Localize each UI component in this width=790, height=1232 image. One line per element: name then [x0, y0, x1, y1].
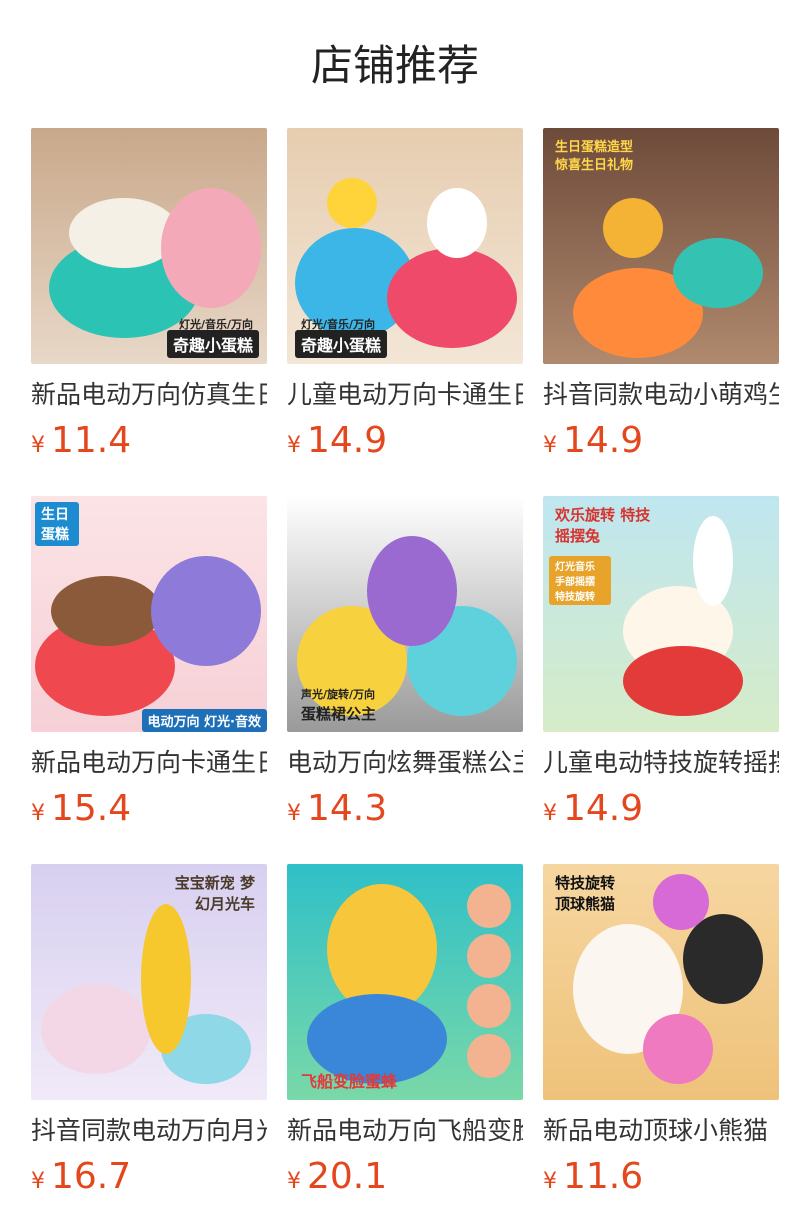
product-card[interactable]: 宝宝新宠 梦幻月光车 抖音同款电动万向月光车 ¥16.7	[31, 864, 267, 1203]
product-price: ¥14.9	[543, 421, 779, 467]
currency-symbol: ¥	[287, 1169, 301, 1194]
product-image[interactable]: 奇趣小蛋糕 灯光/音乐/万向	[287, 128, 523, 364]
currency-symbol: ¥	[287, 801, 301, 826]
image-label: 生日蛋糕	[35, 502, 79, 546]
image-label: 蛋糕裙公主	[301, 705, 377, 723]
product-name[interactable]: 儿童电动特技旋转摇摆兔	[543, 747, 779, 779]
product-image[interactable]: 宝宝新宠 梦幻月光车	[31, 864, 267, 1100]
product-image[interactable]: 生日蛋糕 电动万向 灯光·音效	[31, 496, 267, 732]
product-price: ¥11.4	[31, 421, 267, 467]
product-name[interactable]: 新品电动万向卡通生日蛋糕	[31, 747, 267, 779]
product-price: ¥20.1	[287, 1157, 523, 1203]
product-grid: 奇趣小蛋糕 灯光/音乐/万向 新品电动万向仿真生日蛋糕 ¥11.4 奇趣小蛋糕 …	[0, 0, 790, 1232]
product-price: ¥14.9	[543, 789, 779, 835]
price-value: 14.3	[307, 788, 388, 829]
image-label: 奇趣小蛋糕	[295, 330, 388, 358]
product-image[interactable]: 飞船变脸蜜蜂	[287, 864, 523, 1100]
image-sub: 灯光/音乐/万向	[178, 318, 253, 331]
price-value: 11.4	[51, 420, 132, 461]
currency-symbol: ¥	[543, 801, 557, 826]
product-card[interactable]: 奇趣小蛋糕 灯光/音乐/万向 儿童电动万向卡通生日蛋糕 ¥14.9	[287, 128, 523, 467]
currency-symbol: ¥	[31, 801, 45, 826]
price-value: 14.9	[563, 420, 644, 461]
product-card[interactable]: 生日蛋糕造型 惊喜生日礼物 抖音同款电动小萌鸡生日蛋糕 ¥14.9	[543, 128, 779, 467]
product-name[interactable]: 新品电动万向飞船变脸蜜蜂	[287, 1115, 523, 1147]
product-price: ¥14.3	[287, 789, 523, 835]
price-value: 20.1	[307, 1156, 388, 1197]
currency-symbol: ¥	[543, 1169, 557, 1194]
product-image[interactable]: 奇趣小蛋糕 灯光/音乐/万向	[31, 128, 267, 364]
price-value: 11.6	[563, 1156, 644, 1197]
product-price: ¥14.9	[287, 421, 523, 467]
product-name[interactable]: 抖音同款电动小萌鸡生日蛋糕	[543, 379, 779, 411]
image-sub: 灯光/音乐/万向	[301, 318, 376, 331]
currency-symbol: ¥	[31, 1169, 45, 1194]
product-image[interactable]: 生日蛋糕造型 惊喜生日礼物	[543, 128, 779, 364]
product-price: ¥16.7	[31, 1157, 267, 1203]
image-label: 特技旋转 顶球熊猫	[555, 874, 616, 913]
product-name[interactable]: 抖音同款电动万向月光车	[31, 1115, 267, 1147]
image-sub: 电动万向 灯光·音效	[141, 709, 267, 732]
image-label: 欢乐旋转 特技摇摆兔	[555, 506, 651, 545]
currency-symbol: ¥	[287, 433, 301, 458]
product-price: ¥11.6	[543, 1157, 779, 1203]
product-image[interactable]: 蛋糕裙公主 声光/旋转/万向	[287, 496, 523, 732]
image-label: 宝宝新宠 梦幻月光车	[174, 874, 255, 913]
price-value: 14.9	[563, 788, 644, 829]
product-card[interactable]: 蛋糕裙公主 声光/旋转/万向 电动万向炫舞蛋糕公主 ¥14.3	[287, 496, 523, 835]
product-name[interactable]: 新品电动万向仿真生日蛋糕	[31, 379, 267, 411]
product-card[interactable]: 飞船变脸蜜蜂 新品电动万向飞船变脸蜜蜂 ¥20.1	[287, 864, 523, 1203]
currency-symbol: ¥	[543, 433, 557, 458]
price-value: 14.9	[307, 420, 388, 461]
product-price: ¥15.4	[31, 789, 267, 835]
product-card[interactable]: 欢乐旋转 特技摇摆兔 灯光音乐 手部摇摆 特技旋转 儿童电动特技旋转摇摆兔 ¥1…	[543, 496, 779, 835]
product-image[interactable]: 欢乐旋转 特技摇摆兔 灯光音乐 手部摇摆 特技旋转	[543, 496, 779, 732]
product-card[interactable]: 生日蛋糕 电动万向 灯光·音效 新品电动万向卡通生日蛋糕 ¥15.4	[31, 496, 267, 835]
product-name[interactable]: 新品电动顶球小熊猫	[543, 1115, 779, 1147]
currency-symbol: ¥	[31, 433, 45, 458]
product-name[interactable]: 儿童电动万向卡通生日蛋糕	[287, 379, 523, 411]
product-image[interactable]: 特技旋转 顶球熊猫	[543, 864, 779, 1100]
image-sub: 惊喜生日礼物	[555, 158, 634, 173]
image-label: 奇趣小蛋糕	[166, 330, 259, 358]
price-value: 15.4	[51, 788, 132, 829]
product-card[interactable]: 奇趣小蛋糕 灯光/音乐/万向 新品电动万向仿真生日蛋糕 ¥11.4	[31, 128, 267, 467]
image-sub: 声光/旋转/万向	[301, 688, 376, 701]
product-name[interactable]: 电动万向炫舞蛋糕公主	[287, 747, 523, 779]
product-card[interactable]: 特技旋转 顶球熊猫 新品电动顶球小熊猫 ¥11.6	[543, 864, 779, 1203]
image-sub: 灯光音乐 手部摇摆 特技旋转	[549, 556, 611, 605]
image-label: 飞船变脸蜜蜂	[301, 1072, 398, 1091]
price-value: 16.7	[51, 1156, 132, 1197]
